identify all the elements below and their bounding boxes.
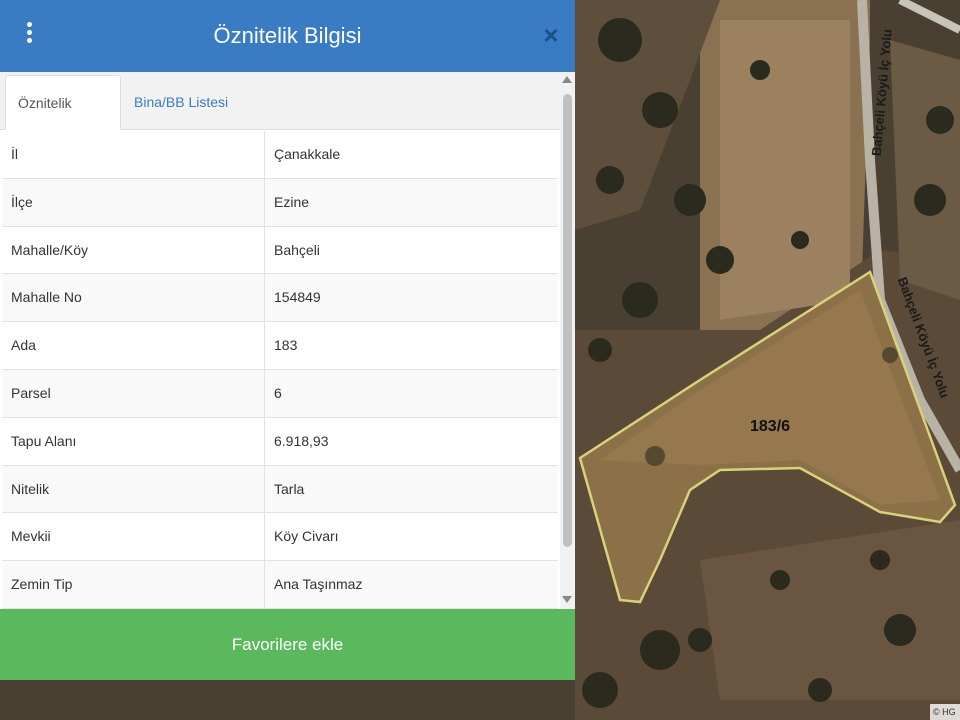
attribute-key: Mahalle No [11,289,82,306]
scroll-up-arrow-icon[interactable] [562,76,572,83]
add-to-favorites-button[interactable]: Favorilere ekle [0,609,575,680]
attribute-key: İl [11,146,18,162]
attribute-key: Zemin Tip [11,576,73,593]
scrollbar[interactable] [560,72,575,609]
table-row: Zemin Tip Ana Taşınmaz [2,561,558,609]
panel-header: Öznitelik Bilgisi × [0,0,575,72]
tab-building-list[interactable]: Bina/BB Listesi [122,75,242,130]
parcel-label: 183/6 [750,418,791,435]
map-attribution: © HG [930,704,960,720]
attribute-value: 154849 [274,289,321,306]
attribute-value: Tarla [274,480,305,497]
attribute-value: Köy Civarı [274,528,339,545]
attribute-key: Mevkii [11,528,51,545]
attribute-key: İlçe [11,193,33,210]
table-row: Mevkii Köy Civarı [2,513,558,562]
scroll-down-arrow-icon[interactable] [562,596,572,603]
attribute-value: 183 [274,337,298,354]
scroll-thumb[interactable] [563,94,572,547]
table-row: Ada 183 [2,322,558,370]
vertical-ellipsis-icon[interactable] [18,22,40,50]
attribute-value: 6.918,93 [274,432,329,449]
table-row: Parsel 6 [2,369,558,418]
attribute-key: Ada [11,337,36,354]
attribute-key: Nitelik [11,480,50,497]
table-row: İl Çanakkale [2,131,558,179]
table-row: Tapu Alanı 6.918,93 [2,417,558,466]
attribute-key: Mahalle/Köy [11,241,89,258]
table-row: Nitelik Tarla [2,465,558,514]
attribute-value: Bahçeli [274,241,320,258]
tab-attribute-info[interactable]: Öznitelik Bilgisi [5,75,121,166]
table-row: İlçe Ezine [2,178,558,227]
attribute-key: Parsel [11,384,51,401]
attribute-value: Ana Taşınmaz [274,576,363,593]
attribute-value: Ezine [274,193,310,210]
attribute-key: Tapu Alanı [11,432,77,449]
close-icon[interactable]: × [538,22,564,48]
attribute-table: İl Çanakkale İlçe Ezine Mahalle/Köy Bahç… [2,131,558,609]
attribute-panel: Öznitelik Bilgisi × Öznitelik Bilgisi Bi… [0,0,575,680]
attribute-value: 6 [274,384,282,401]
tab-bar: Öznitelik Bilgisi Bina/BB Listesi [0,72,560,166]
table-row: Mahalle No 154849 [2,274,558,323]
table-row: Mahalle/Köy Bahçeli [2,226,558,275]
panel-title: Öznitelik Bilgisi [213,23,362,48]
attribute-value: Çanakkale [274,146,341,162]
